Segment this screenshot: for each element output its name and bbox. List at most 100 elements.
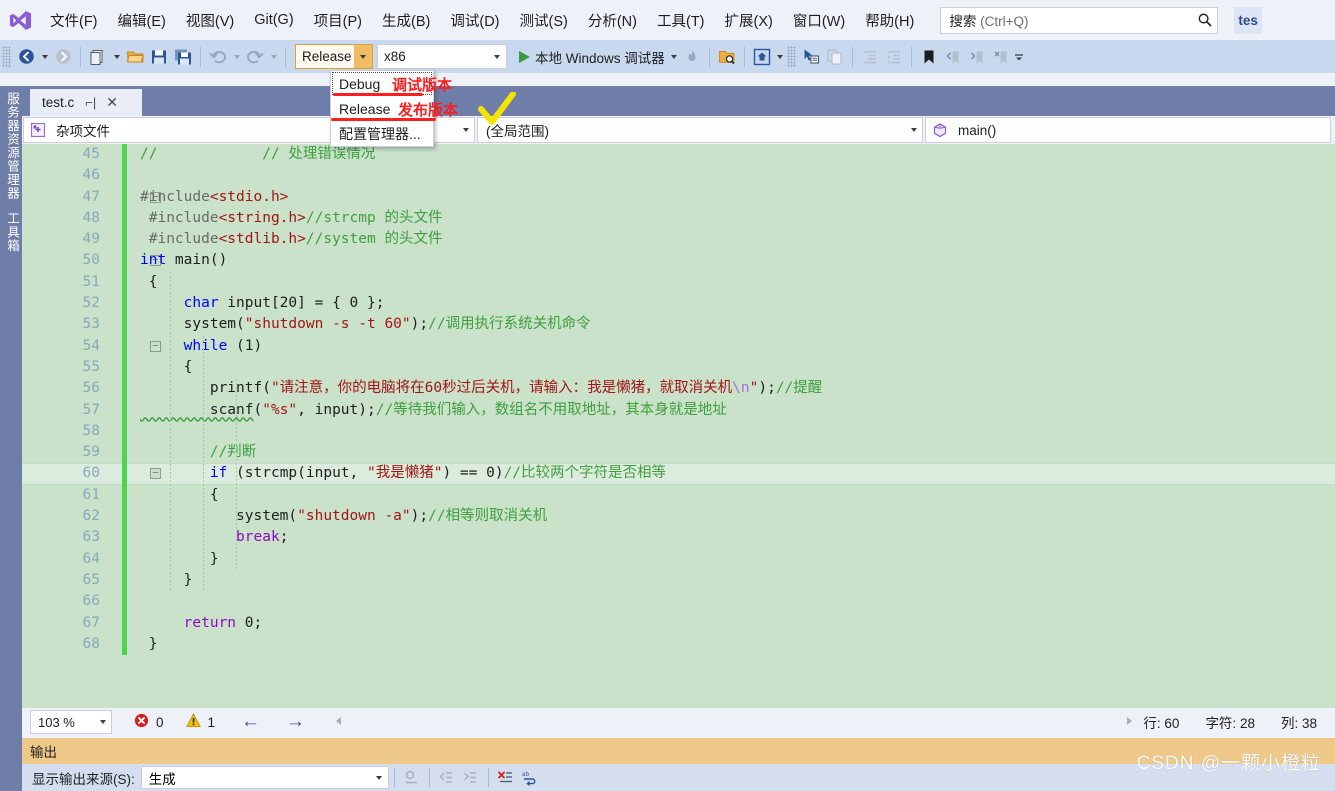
navbar-project-dropdown-icon[interactable] [457, 128, 474, 132]
solution-platform-dropdown-icon[interactable] [488, 45, 506, 68]
previous-message-icon[interactable] [435, 766, 459, 790]
zoom-level-dropdown-icon[interactable] [94, 720, 111, 724]
code-line[interactable]: 66 [22, 591, 1335, 613]
code-line[interactable]: 48 #include<string.h>//strcmp 的头文件 [22, 207, 1335, 230]
save-all-icon[interactable] [171, 45, 195, 69]
hot-reload-icon[interactable] [680, 45, 704, 69]
open-file-icon[interactable] [123, 45, 147, 69]
menu-item-test[interactable]: 测试(S) [511, 6, 577, 35]
copy-icon[interactable] [823, 45, 847, 69]
code-line[interactable]: 47– #include<stdio.h> [22, 186, 1335, 208]
scroll-left-icon[interactable] [333, 715, 345, 730]
increase-indent-icon[interactable] [882, 45, 906, 69]
previous-location-icon[interactable]: ← [241, 711, 260, 733]
code-line[interactable]: 65 } [22, 569, 1335, 592]
menu-item-build[interactable]: 生成(B) [373, 6, 439, 35]
navigate-forward-icon[interactable] [51, 45, 75, 69]
menu-item-file[interactable]: 文件(F) [41, 6, 107, 35]
new-item-icon[interactable] [86, 45, 110, 69]
code-line[interactable]: 64 } [22, 548, 1335, 570]
redo-icon[interactable] [243, 45, 267, 69]
toolbar-grip-2[interactable] [786, 45, 796, 68]
tab-output[interactable]: 输出 [30, 738, 57, 764]
solution-configuration-dropdown-icon[interactable] [354, 45, 372, 68]
code-line[interactable]: 53 system("shutdown -s -t 60");//调用执行系统关… [22, 314, 1335, 336]
output-panel: 输出 显示输出来源(S): 生成 ab [22, 736, 1335, 791]
navbar-scope-combo[interactable]: (全局范围) [477, 117, 923, 143]
toolbar-overflow-icon[interactable] [1013, 45, 1026, 69]
redo-dropdown-icon[interactable] [267, 45, 280, 69]
next-message-icon[interactable] [459, 766, 483, 790]
menu-item-window[interactable]: 窗口(W) [784, 6, 854, 35]
menu-item-project[interactable]: 项目(P) [305, 6, 371, 35]
code-editor[interactable]: 45 // // 处理错误情况 46 47– #include<stdio.h> 48 #… [22, 144, 1335, 708]
menu-item-edit[interactable]: 编辑(E) [109, 6, 175, 35]
config-menu-item-release[interactable]: Release [331, 96, 433, 121]
code-line[interactable]: 46 [22, 165, 1335, 187]
find-message-icon[interactable] [400, 766, 424, 790]
error-count-group[interactable]: 0 [134, 713, 164, 731]
navigate-back-dropdown-icon[interactable] [38, 45, 51, 69]
warning-count-group[interactable]: 1 [185, 713, 215, 731]
code-line[interactable]: 56 printf("请注意，你的电脑将在60秒过后关机，请输入：我是懒猪，就取… [22, 378, 1335, 400]
search-icon[interactable] [1197, 12, 1213, 28]
undo-icon[interactable] [206, 45, 230, 69]
output-source-combo[interactable]: 生成 [140, 766, 389, 789]
code-line[interactable]: 55 { [22, 356, 1335, 379]
code-line[interactable]: 59 //判断 [22, 442, 1335, 464]
search-in-files-icon[interactable] [715, 45, 739, 69]
toggle-word-wrap-icon[interactable]: ab [518, 766, 542, 790]
code-line[interactable]: 61 { [22, 484, 1335, 507]
code-line[interactable]: 52 char input[20] = { 0 }; [22, 293, 1335, 315]
search-input[interactable]: 搜索 (Ctrl+Q) [940, 6, 1219, 34]
undo-dropdown-icon[interactable] [230, 45, 243, 69]
scroll-right-icon[interactable] [1123, 715, 1135, 730]
home-dropdown-icon[interactable] [774, 45, 787, 69]
start-debugging-button[interactable]: 本地 Windows 调试器 [514, 44, 680, 69]
config-menu-item-configuration-manager[interactable]: 配置管理器... [331, 121, 433, 146]
code-line[interactable]: 50– int main() [22, 250, 1335, 272]
code-line[interactable]: 45 // // 处理错误情况 [22, 144, 1335, 166]
pin-icon[interactable]: ⌐| [85, 95, 96, 110]
menu-item-help[interactable]: 帮助(H) [856, 6, 923, 35]
document-tab-test-c[interactable]: test.c ⌐| ✕ [30, 89, 142, 116]
menu-item-debug[interactable]: 调试(D) [441, 6, 508, 35]
close-icon[interactable]: ✕ [106, 94, 118, 111]
code-line[interactable]: 68 } [22, 633, 1335, 656]
navigate-back-icon[interactable] [14, 45, 38, 69]
code-line[interactable]: 60– if (strcmp(input, "我是懒猪") == 0)//比较两… [22, 463, 1335, 485]
code-line[interactable]: 54– while (1) [22, 335, 1335, 357]
code-line[interactable]: 49 #include<stdlib.h>//system 的头文件 [22, 229, 1335, 251]
solution-platform-combo[interactable]: x86 [377, 44, 507, 69]
clear-output-icon[interactable] [494, 766, 518, 790]
code-line[interactable]: 57 scanf("%s", input);//等待我们输入，数组名不用取地址，… [22, 399, 1335, 421]
home-icon[interactable] [750, 45, 774, 69]
code-line[interactable]: 67 return 0; [22, 612, 1335, 634]
pointer-select-icon[interactable] [799, 45, 823, 69]
menu-item-tools[interactable]: 工具(T) [648, 6, 714, 35]
output-source-dropdown-icon[interactable] [371, 775, 388, 780]
code-line[interactable]: 51 { [22, 271, 1335, 294]
clear-bookmarks-icon[interactable] [989, 45, 1013, 69]
code-line[interactable]: 63 break; [22, 527, 1335, 549]
menu-item-view[interactable]: 视图(V) [177, 6, 243, 35]
config-menu-item-debug[interactable]: Debug [331, 71, 433, 96]
bookmark-icon[interactable] [917, 45, 941, 69]
save-icon[interactable] [147, 45, 171, 69]
code-line[interactable]: 58 [22, 420, 1335, 443]
code-line[interactable]: 62 system("shutdown -a");//相等则取消关机 [22, 506, 1335, 528]
menu-item-extensions[interactable]: 扩展(X) [716, 6, 782, 35]
new-item-dropdown-icon[interactable] [110, 45, 123, 69]
menu-item-analyze[interactable]: 分析(N) [579, 6, 646, 35]
solution-configuration-combo[interactable]: Release [295, 44, 373, 69]
toolbar-grip[interactable] [2, 45, 11, 68]
next-bookmark-icon[interactable] [965, 45, 989, 69]
decrease-indent-icon[interactable] [858, 45, 882, 69]
previous-bookmark-icon[interactable] [941, 45, 965, 69]
navbar-scope-dropdown-icon[interactable] [905, 128, 922, 132]
next-location-icon[interactable]: → [286, 711, 305, 733]
menu-item-git[interactable]: Git(G) [245, 8, 302, 32]
zoom-level-value: 103 % [38, 714, 75, 730]
zoom-level-combo[interactable]: 103 % [30, 710, 112, 734]
navbar-member-combo[interactable]: main() [925, 117, 1331, 143]
